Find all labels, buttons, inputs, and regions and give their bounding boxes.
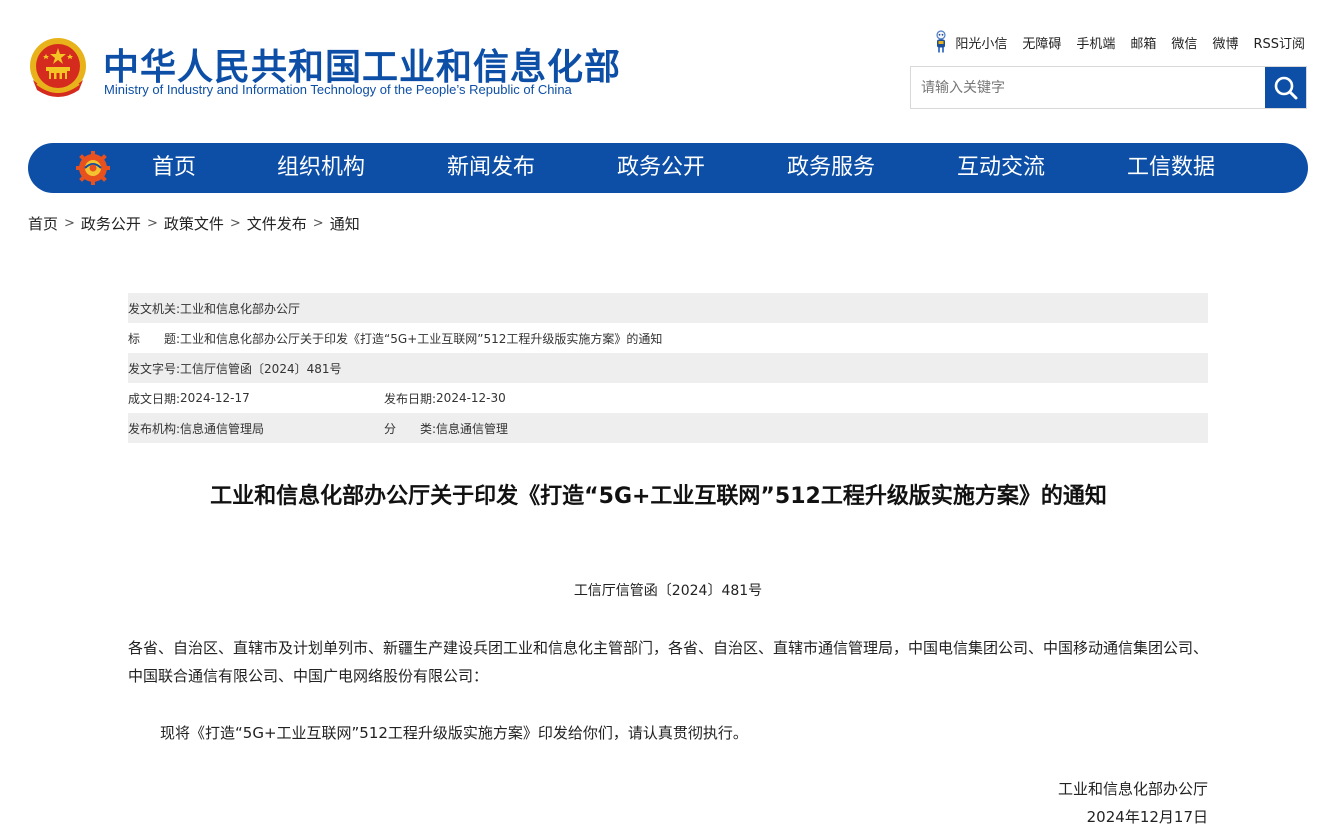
site-header: 中华人民共和国工业和信息化部 Ministry of Industry and …: [0, 0, 1317, 140]
article-addressees: 各省、自治区、直辖市及计划单列市、新疆生产建设兵团工业和信息化主管部门，各省、自…: [128, 639, 1209, 685]
meta-written-cell: 成文日期: 2024-12-17: [128, 390, 384, 407]
breadcrumb-file-release[interactable]: 文件发布: [247, 213, 307, 234]
meta-title-label: 标 题:: [128, 331, 181, 346]
meta-category-value: 信息通信管理: [436, 421, 509, 436]
top-link-sunshine[interactable]: 阳光小信: [933, 30, 1007, 54]
meta-row-dates: 成文日期: 2024-12-17 发布日期: 2024-12-30: [128, 383, 1208, 413]
nav-item-government-affairs[interactable]: 政务公开: [617, 143, 705, 193]
meta-org-cell: 发布机构: 信息通信管理局: [128, 420, 384, 437]
meta-issuer-value: 工业和信息化部办公厅: [180, 301, 301, 316]
nav-item-data[interactable]: 工信数据: [1127, 143, 1215, 193]
meta-published-cell: 发布日期: 2024-12-30: [384, 390, 506, 407]
robot-assistant-icon: [936, 30, 946, 53]
meta-docno-value: 工信厅信管函〔2024〕481号: [180, 361, 342, 376]
article-title: 工业和信息化部办公厅关于印发《打造“5G+工业互联网”512工程升级版实施方案》…: [210, 484, 1107, 509]
document-metadata: 发文机关: 工业和信息化部办公厅 标 题: 工业和信息化部办公厅关于印发《打造“…: [128, 293, 1208, 443]
meta-category-label: 分 类:: [384, 421, 437, 436]
nav-item-home[interactable]: 首页: [152, 143, 196, 193]
top-link-mobile[interactable]: 手机端: [1076, 33, 1115, 52]
top-link-mail[interactable]: 邮箱: [1130, 33, 1156, 52]
meta-published-label: 发布日期:: [384, 391, 437, 406]
breadcrumb-separator: >: [229, 216, 241, 231]
breadcrumb-separator: >: [312, 216, 324, 231]
main-nav: 首页 组织机构 新闻发布 政务公开 政务服务 互动交流 工信数据: [28, 143, 1308, 193]
meta-row-org: 发布机构: 信息通信管理局 分 类: 信息通信管理: [128, 413, 1208, 443]
meta-published-value: 2024-12-30: [436, 391, 506, 405]
search-button[interactable]: [1265, 67, 1306, 108]
meta-row-docno: 发文字号: 工信厅信管函〔2024〕481号: [128, 353, 1208, 383]
breadcrumb-notice[interactable]: 通知: [330, 213, 360, 234]
article-signature: 工业和信息化部办公厅: [1057, 780, 1208, 798]
breadcrumb: 首页 > 政务公开 > 政策文件 > 文件发布 > 通知: [28, 213, 360, 234]
breadcrumb-home[interactable]: 首页: [28, 213, 58, 234]
search-icon: [1274, 76, 1297, 99]
nav-item-organization[interactable]: 组织机构: [277, 143, 365, 193]
meta-written-value: 2024-12-17: [180, 391, 250, 405]
meta-docno-label: 发文字号:: [128, 361, 181, 376]
meta-row-title: 标 题: 工业和信息化部办公厅关于印发《打造“5G+工业互联网”512工程升级版…: [128, 323, 1208, 353]
top-link-weibo[interactable]: 微博: [1212, 33, 1238, 52]
national-emblem-icon[interactable]: [27, 36, 89, 102]
top-link-label: 阳光小信: [955, 36, 1008, 52]
nav-item-news[interactable]: 新闻发布: [447, 143, 535, 193]
breadcrumb-separator: >: [146, 216, 158, 231]
nav-item-government-services[interactable]: 政务服务: [787, 143, 875, 193]
top-links: 阳光小信 无障碍 手机端 邮箱 微信 微博 RSS订阅: [933, 30, 1305, 54]
article-date: 2024年12月17日: [1086, 808, 1208, 826]
meta-row-issuer: 发文机关: 工业和信息化部办公厅: [128, 293, 1208, 323]
meta-org-label: 发布机构:: [128, 421, 181, 436]
top-link-wechat[interactable]: 微信: [1171, 33, 1197, 52]
meta-org-value: 信息通信管理局: [180, 421, 265, 436]
breadcrumb-policy-documents[interactable]: 政策文件: [164, 213, 224, 234]
article-body: 现将《打造“5G+工业互联网”512工程升级版实施方案》印发给你们，请认真贯彻执…: [160, 724, 748, 742]
gear-logo-icon: [76, 151, 110, 185]
search-input[interactable]: [911, 67, 1267, 108]
top-link-accessibility[interactable]: 无障碍: [1022, 33, 1061, 52]
meta-issuer-label: 发文机关:: [128, 301, 181, 316]
meta-written-label: 成文日期:: [128, 391, 181, 406]
search-box: [910, 66, 1307, 109]
nav-item-interaction[interactable]: 互动交流: [957, 143, 1045, 193]
article-doc-number: 工信厅信管函〔2024〕481号: [573, 583, 763, 599]
meta-title-value: 工业和信息化部办公厅关于印发《打造“5G+工业互联网”512工程升级版实施方案》…: [180, 331, 663, 346]
breadcrumb-government-affairs[interactable]: 政务公开: [81, 213, 141, 234]
breadcrumb-separator: >: [64, 216, 75, 231]
top-link-rss[interactable]: RSS订阅: [1253, 33, 1305, 52]
meta-category-cell: 分 类: 信息通信管理: [384, 420, 508, 437]
site-subtitle: Ministry of Industry and Information Tec…: [104, 82, 572, 97]
